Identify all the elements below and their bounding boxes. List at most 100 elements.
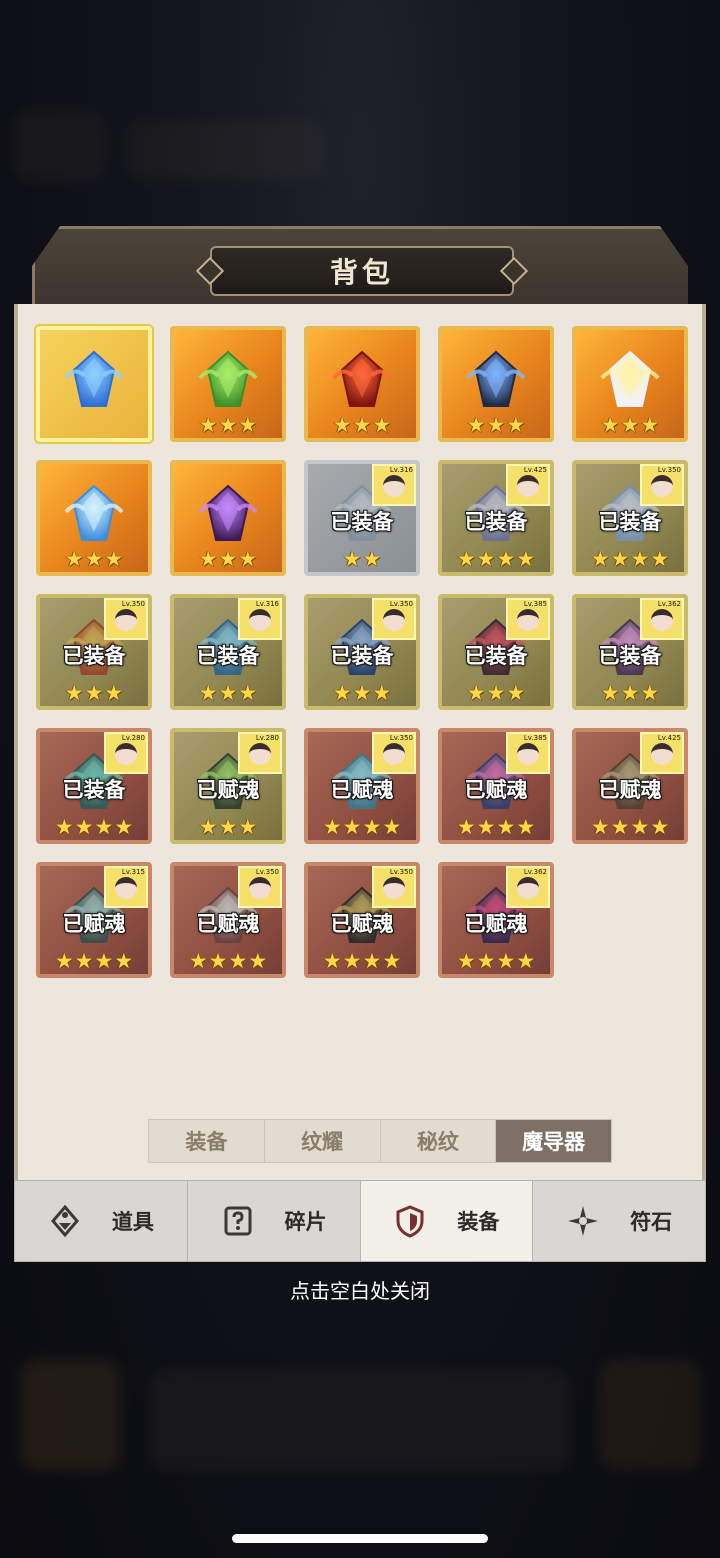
tab-label: 碎片 — [284, 1210, 327, 1234]
tab-label: 装备 — [457, 1210, 500, 1234]
star-icon: ★ — [486, 681, 506, 705]
item-slot[interactable]: ★ ★ ★ — [304, 326, 420, 442]
star-icon: ★ — [54, 949, 74, 973]
star-icon: ★ — [342, 815, 362, 839]
item-slot[interactable]: Lv.350 已赋魂 ★ ★ ★ ★ — [170, 862, 286, 978]
star-rating: ★ ★ ★ — [65, 549, 123, 570]
item-slot[interactable]: Lv.350 已装备 ★ ★ ★ — [36, 594, 152, 710]
hero-level: Lv.425 — [523, 466, 547, 474]
hero-level: Lv.315 — [121, 868, 145, 876]
star-icon: ★ — [640, 413, 660, 437]
subtab-emblem[interactable]: 纹耀 — [265, 1120, 381, 1162]
star-rating: ★ ★ ★ — [199, 415, 257, 436]
hero-avatar: Lv.425 — [506, 464, 550, 506]
star-icon: ★ — [496, 547, 516, 571]
star-icon: ★ — [630, 547, 650, 571]
hero-level: Lv.362 — [523, 868, 547, 876]
star-icon: ★ — [362, 949, 382, 973]
tab-runestones[interactable]: 符石 — [533, 1181, 705, 1261]
item-slot[interactable]: ★ ★ ★ — [572, 326, 688, 442]
subtab-equipment[interactable]: 装备 — [149, 1120, 265, 1162]
star-wings-icon — [598, 348, 662, 412]
hero-level: Lv.316 — [389, 466, 413, 474]
star-icon: ★ — [248, 949, 268, 973]
item-slot[interactable]: Lv.385 已装备 ★ ★ ★ — [438, 594, 554, 710]
star-icon: ★ — [372, 413, 392, 437]
star-icon: ★ — [496, 815, 516, 839]
star-rating: ★ ★ ★ — [333, 683, 391, 704]
bottom-tab-bar: 道具 碎片 装备 符石 — [14, 1180, 706, 1262]
backpack-panel: ★ ★ ★ ★ ★ ★ ★ ★ ★ ★ ★ ★ ★ ★ ★ ★ ★ ★ Lv.3… — [14, 304, 706, 1180]
star-icon: ★ — [94, 815, 114, 839]
hero-level: Lv.280 — [255, 734, 279, 742]
star-icon: ★ — [610, 815, 630, 839]
item-slot[interactable]: Lv.350 已装备 ★ ★ ★ ★ — [572, 460, 688, 576]
hero-avatar: Lv.350 — [104, 598, 148, 640]
hero-face-icon — [651, 609, 673, 631]
star-icon: ★ — [342, 547, 362, 571]
item-status-label: 已装备 — [464, 644, 528, 668]
star-icon: ★ — [496, 949, 516, 973]
star-rating: ★ ★ ★ ★ — [323, 817, 401, 838]
item-status-label: 已赋魂 — [196, 912, 260, 936]
item-slot[interactable]: Lv.350 已赋魂 ★ ★ ★ ★ — [304, 862, 420, 978]
item-slot[interactable]: Lv.280 已装备 ★ ★ ★ ★ — [36, 728, 152, 844]
hero-avatar: Lv.350 — [238, 866, 282, 908]
hero-level: Lv.350 — [389, 600, 413, 608]
star-icon: ★ — [94, 949, 114, 973]
star-rating: ★ ★ — [343, 549, 382, 570]
tab-fragments[interactable]: 碎片 — [188, 1181, 361, 1261]
close-hint[interactable]: 点击空白处关闭 — [0, 1275, 720, 1304]
star-icon: ★ — [218, 547, 238, 571]
star-rating: ★ ★ ★ — [199, 817, 257, 838]
item-slot[interactable]: ★ ★ ★ — [36, 460, 152, 576]
star-icon: ★ — [332, 681, 352, 705]
home-indicator[interactable] — [232, 1534, 488, 1543]
star-icon: ★ — [506, 681, 526, 705]
item-slot[interactable] — [36, 326, 152, 442]
dark-wing-gem-icon — [464, 348, 528, 412]
item-slot[interactable]: Lv.362 已装备 ★ ★ ★ — [572, 594, 688, 710]
hero-level: Lv.350 — [121, 600, 145, 608]
item-slot[interactable]: ★ ★ ★ — [170, 460, 286, 576]
star-icon: ★ — [352, 413, 372, 437]
item-slot[interactable]: Lv.316 已装备 ★ ★ — [304, 460, 420, 576]
item-slot[interactable]: Lv.316 已装备 ★ ★ ★ — [170, 594, 286, 710]
item-slot[interactable]: Lv.385 已赋魂 ★ ★ ★ ★ — [438, 728, 554, 844]
star-rating: ★ ★ ★ — [333, 415, 391, 436]
potion-icon — [50, 1204, 79, 1238]
star-icon: ★ — [74, 949, 94, 973]
star-rating: ★ ★ ★ — [199, 549, 257, 570]
item-status-label: 已赋魂 — [196, 778, 260, 802]
item-slot[interactable]: Lv.425 已赋魂 ★ ★ ★ ★ — [572, 728, 688, 844]
star-rating: ★ ★ ★ — [601, 415, 659, 436]
item-status-label: 已装备 — [598, 644, 662, 668]
star-icon: ★ — [516, 547, 536, 571]
hero-level: Lv.385 — [523, 600, 547, 608]
item-slot[interactable]: Lv.315 已赋魂 ★ ★ ★ ★ — [36, 862, 152, 978]
tab-equipment[interactable]: 装备 — [360, 1181, 534, 1261]
subtab-magic-device[interactable]: 魔导器 — [496, 1120, 611, 1162]
tab-label: 符石 — [630, 1210, 673, 1234]
star-icon: ★ — [188, 949, 208, 973]
tab-items[interactable]: 道具 — [15, 1181, 188, 1261]
item-slot[interactable]: Lv.425 已装备 ★ ★ ★ ★ — [438, 460, 554, 576]
item-slot[interactable]: Lv.280 已赋魂 ★ ★ ★ — [170, 728, 286, 844]
purple-gem-icon — [196, 482, 260, 546]
hero-avatar: Lv.385 — [506, 732, 550, 774]
hero-avatar: Lv.362 — [640, 598, 684, 640]
star-icon: ★ — [198, 547, 218, 571]
star-icon: ★ — [620, 413, 640, 437]
sparkle-icon — [568, 1206, 599, 1236]
item-slot[interactable]: Lv.362 已赋魂 ★ ★ ★ ★ — [438, 862, 554, 978]
hero-face-icon — [517, 475, 539, 497]
red-eye-orb-icon — [330, 348, 394, 412]
subtab-bar: 装备 纹耀 秘纹 魔导器 — [148, 1119, 612, 1163]
item-slot[interactable]: ★ ★ ★ — [170, 326, 286, 442]
item-slot[interactable]: Lv.350 已赋魂 ★ ★ ★ ★ — [304, 728, 420, 844]
item-status-label: 已赋魂 — [330, 912, 394, 936]
item-slot[interactable]: Lv.350 已装备 ★ ★ ★ — [304, 594, 420, 710]
item-slot[interactable]: ★ ★ ★ — [438, 326, 554, 442]
star-icon: ★ — [476, 815, 496, 839]
subtab-secret-pattern[interactable]: 秘纹 — [381, 1120, 497, 1162]
